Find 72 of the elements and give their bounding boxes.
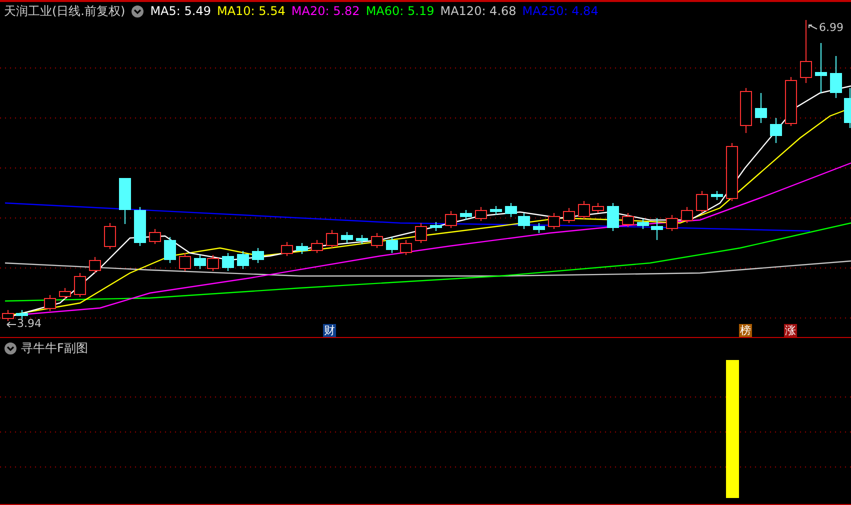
candlestick <box>222 252 234 272</box>
candlestick <box>207 254 219 272</box>
candlestick <box>296 242 308 254</box>
candlestick <box>666 214 678 232</box>
candlestick <box>592 202 604 214</box>
candlestick <box>194 254 206 270</box>
candlestick <box>711 190 723 200</box>
candlestick <box>726 142 738 202</box>
candlestick <box>149 228 161 244</box>
candlestick <box>164 236 176 264</box>
moving-average-label: MA10: 5.54 <box>216 3 286 20</box>
candlestick <box>755 92 767 124</box>
candlestick <box>607 202 619 232</box>
candlestick <box>563 208 575 224</box>
moving-average-label: MA120: 4.68 <box>440 3 516 20</box>
indicator-title: 寻牛牛F副图 <box>21 340 88 357</box>
candlestick <box>371 232 383 248</box>
candlestick <box>622 212 634 228</box>
event-badge[interactable]: 财 <box>323 324 336 337</box>
candlestick <box>505 202 517 218</box>
candlestick <box>16 310 28 320</box>
candlestick <box>740 88 752 134</box>
chart-title: 天润工业(日线.前复权) <box>4 3 126 20</box>
candlestick <box>104 222 116 250</box>
candlestick <box>518 212 530 230</box>
candlestick <box>785 76 797 126</box>
chevron-down-icon[interactable] <box>131 4 144 18</box>
candlestick <box>386 236 398 254</box>
arrow-left-icon <box>6 320 16 328</box>
candlestick <box>89 256 101 274</box>
moving-average-label: MA20: 5.82 <box>291 3 360 20</box>
candlestick <box>44 294 56 312</box>
candlestick <box>800 20 812 84</box>
candlestick <box>134 206 146 246</box>
candlestick <box>548 212 560 230</box>
candlestick <box>475 206 487 222</box>
candlestick <box>770 118 782 144</box>
candlestick <box>326 230 338 248</box>
candlestick <box>311 240 323 254</box>
chevron-down-icon[interactable] <box>4 342 17 354</box>
candlestick <box>696 190 708 214</box>
price-marker-label: 3.94 <box>17 316 42 332</box>
pointer-icon <box>808 24 818 32</box>
candlestick <box>415 222 427 244</box>
moving-average-label: MA5: 5.49 <box>150 3 211 20</box>
moving-average-label: MA250: 4.84 <box>522 3 598 20</box>
candlestick <box>637 218 649 230</box>
candlestick <box>400 240 412 256</box>
candlestick <box>815 42 827 94</box>
event-badge[interactable]: 榜 <box>739 324 752 337</box>
candlestick <box>533 222 545 234</box>
candlestick <box>119 178 131 224</box>
candlestick <box>237 250 249 270</box>
candlestick <box>341 232 353 244</box>
price-marker-label: 6.99 <box>819 20 844 36</box>
moving-average-label: MA60: 5.19 <box>366 3 434 20</box>
candlestick <box>252 248 264 264</box>
candlestick <box>460 210 472 220</box>
candlestick <box>651 218 663 240</box>
candlestick <box>59 288 71 300</box>
candlestick <box>830 56 842 98</box>
candlestick <box>179 252 191 272</box>
candlestick <box>445 210 457 228</box>
candlestick <box>356 234 368 244</box>
candlestick <box>74 272 86 298</box>
candlestick <box>681 206 693 224</box>
candlestick <box>578 200 590 220</box>
candlestick <box>430 222 442 232</box>
candlestick <box>490 206 502 216</box>
candlestick <box>844 88 851 128</box>
candlestick <box>281 242 293 256</box>
event-badge[interactable]: 涨 <box>784 324 797 337</box>
